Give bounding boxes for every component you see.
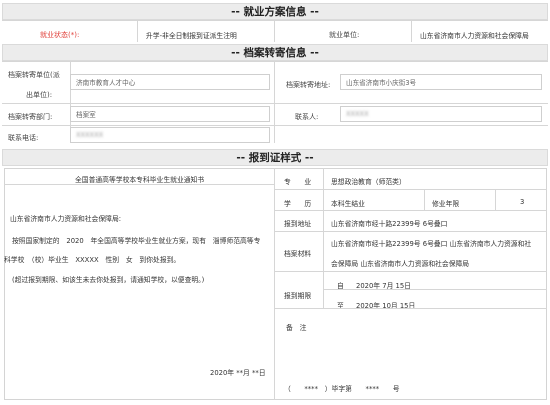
letter-body-line-1: 按照国家制定的 2020 年全国高等学校毕业生就业方案，现有 淄博师范高等专 (12, 237, 261, 245)
report-address-label: 报到地址 (284, 220, 312, 228)
report-address-value: 山东省济南市经十路22399号 6号叠口 (331, 220, 448, 228)
letter-title: 全国普通高等学校本专科毕业生就业通知书 (75, 176, 205, 184)
education-label: 学 历 (284, 200, 312, 208)
letter-body-line-3: (超过报到期限、如该生未去你处报到，请通知学校，以便查明。) (12, 276, 205, 284)
divider (274, 61, 275, 143)
section-header-archive: -- 档案转寄信息 -- (2, 44, 548, 61)
divider (137, 20, 138, 42)
archive-unit-label-cont: 出单位): (26, 91, 53, 99)
archive-phone-input[interactable]: XXXXXX (70, 127, 270, 143)
divider (411, 20, 412, 42)
employment-unit-value[interactable]: 山东省济南市人力资源和社会保障局 (420, 30, 529, 40)
archive-phone-value: XXXXXX (76, 131, 104, 139)
major-label: 专 业 (284, 178, 312, 186)
years-value: 3 (520, 198, 525, 206)
divider (2, 125, 548, 126)
archive-address-label: 档案转寄地址: (286, 81, 331, 89)
remark-label: 备 注 (286, 324, 307, 332)
letter-body-line-2: 科学校 （校）毕业生 XXXXX 性别 女 到你处报到。 (4, 256, 181, 264)
archive-dept-label: 档案转寄部门: (8, 113, 53, 121)
divider (274, 189, 547, 190)
archive-contact-input[interactable]: XXXXX (340, 106, 542, 122)
letter-recipient: 山东省济南市人力资源和社会保障局: (10, 215, 122, 223)
archive-dept-input[interactable]: 档案室 (70, 106, 270, 122)
archive-contact-value: XXXXX (346, 110, 369, 118)
divider (274, 20, 275, 42)
archive-contact-label: 联系人: (295, 113, 319, 121)
divider (274, 210, 547, 211)
archive-material-value-1: 山东省济南市经十路22399号 6号叠口 山东省济南市人力资源和社 (331, 240, 532, 248)
education-value: 本科生结业 (331, 200, 365, 208)
period-label: 报到期限 (284, 292, 312, 300)
employment-status-value[interactable]: 升学-非全日制报到证派生注明 (146, 30, 237, 40)
years-label: 修业年限 (432, 200, 460, 208)
employment-unit-label: 就业单位: (329, 31, 360, 39)
major-value: 思想政治教育（师范类） (331, 178, 406, 186)
divider (424, 190, 425, 210)
divider (2, 103, 548, 104)
divider (274, 168, 275, 400)
archive-material-value-2: 会保障局 山东省济南市人力资源和社会保障局 (331, 260, 470, 268)
divider (274, 271, 547, 272)
archive-unit-label: 档案转寄单位(派 (8, 71, 60, 79)
divider (2, 20, 548, 21)
divider (4, 184, 274, 185)
serial-number: （ **** ）毕字第 **** 号 (284, 385, 400, 393)
divider (274, 308, 547, 309)
divider (274, 231, 547, 232)
section-header-employment: -- 就业方案信息 -- (2, 3, 548, 20)
divider (495, 190, 496, 210)
archive-unit-input[interactable]: 济南市教育人才中心 (70, 74, 270, 90)
report-certificate-frame (4, 168, 547, 400)
archive-phone-label: 联系电话: (8, 134, 39, 142)
employment-status-label: 就业状态(*): (40, 31, 80, 39)
archive-material-label: 档案材料 (284, 250, 312, 258)
divider (323, 289, 547, 290)
letter-date: 2020年 **月 **日 (210, 369, 266, 377)
section-header-report: -- 报到证样式 -- (2, 149, 548, 166)
archive-address-input[interactable]: 山东省济南市小庆街3号 (340, 74, 542, 90)
divider (2, 61, 548, 62)
